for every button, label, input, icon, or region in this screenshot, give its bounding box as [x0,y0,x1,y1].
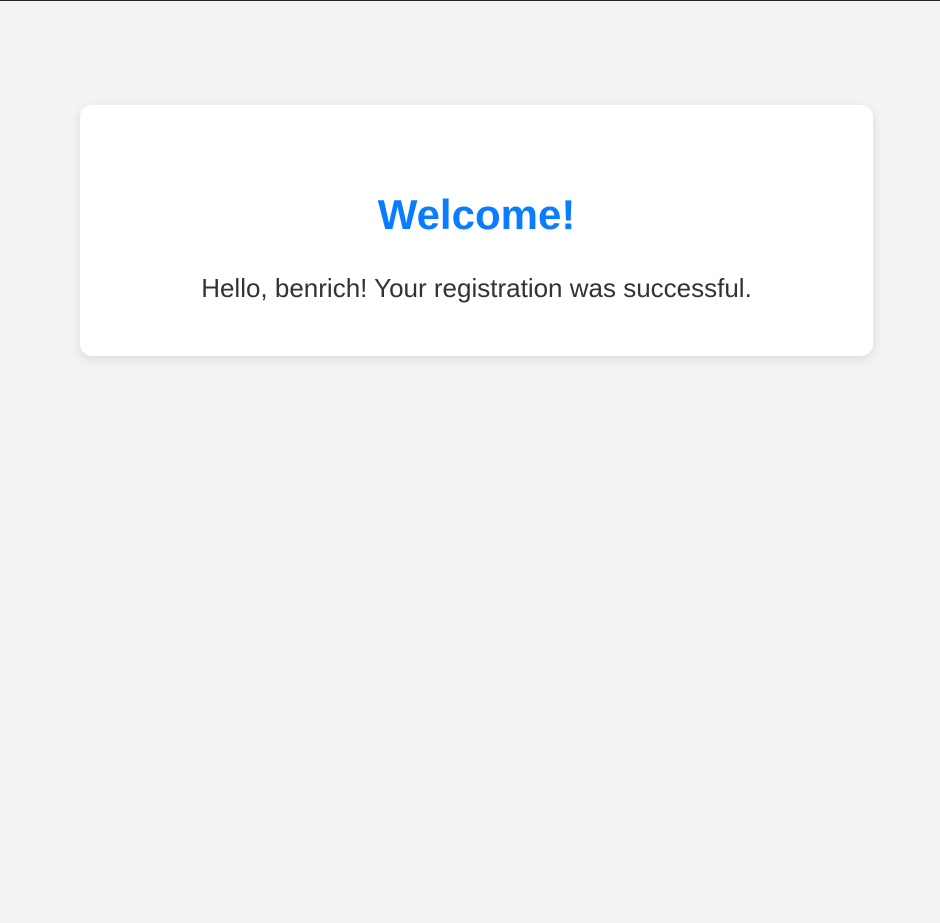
registration-success-message: Hello, benrich! Your registration was su… [201,273,752,303]
welcome-card: Welcome! Hello, benrich! Your registrati… [80,105,873,356]
welcome-title: Welcome! [377,191,576,238]
